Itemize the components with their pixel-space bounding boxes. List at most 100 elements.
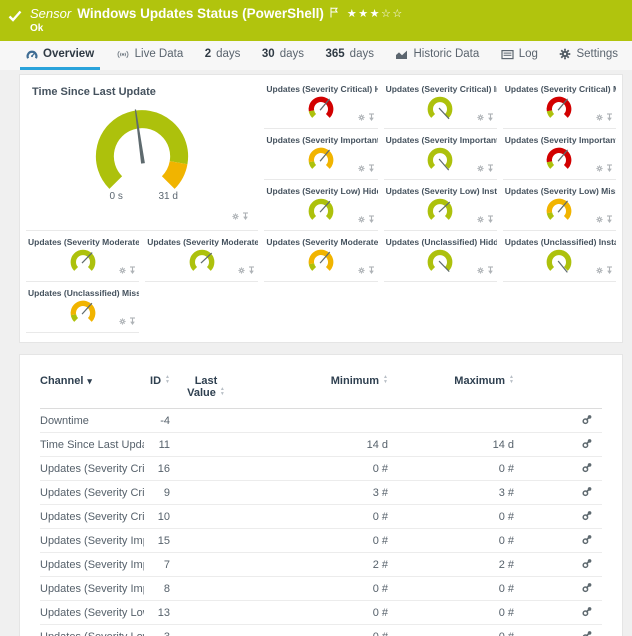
gauge-settings-gear-icon[interactable] — [232, 207, 239, 225]
gauge-panel-channel-11: Updates (Severity Moderate) ... — [264, 234, 377, 282]
gauge-settings-gear-icon[interactable] — [238, 261, 245, 279]
channel-settings-wrench-icon[interactable] — [582, 584, 593, 596]
gauge-settings-gear-icon[interactable] — [119, 261, 126, 279]
gauge-settings-gear-icon[interactable] — [477, 210, 484, 228]
gauge-pin-icon[interactable] — [129, 312, 136, 330]
tab-live-data[interactable]: Live Data — [110, 41, 190, 70]
gauge-mini-icons — [596, 261, 613, 279]
gauge-title: Updates (Unclassified) Missing — [26, 285, 139, 298]
tab-365-days[interactable]: 365days — [319, 41, 379, 70]
gauge-panel-channel-9: Updates (Severity Moderate) ... — [26, 234, 139, 282]
gauge-panel-channel-3: Updates (Severity Important) ... — [264, 132, 377, 180]
gauge-pin-icon[interactable] — [606, 159, 613, 177]
column-header-last-value[interactable]: LastValue▲▼ — [170, 369, 242, 409]
column-header-actions — [514, 369, 602, 409]
column-header-channel[interactable]: Channel▾ — [40, 369, 144, 409]
cell-id: 16 — [144, 457, 170, 481]
gauge-pin-icon[interactable] — [368, 108, 375, 126]
cell-last-value — [170, 481, 242, 505]
cell-id: 8 — [144, 577, 170, 601]
channel-settings-wrench-icon[interactable] — [582, 464, 593, 476]
column-header-maximum[interactable]: Maximum▲▼ — [388, 369, 514, 409]
column-header-id[interactable]: ID▲▼ — [144, 369, 170, 409]
gauge-settings-gear-icon[interactable] — [358, 261, 365, 279]
column-label: ID — [150, 375, 161, 387]
gauge-settings-gear-icon[interactable] — [477, 261, 484, 279]
gauge-pin-icon[interactable] — [487, 261, 494, 279]
gauge-panel-channel-13: Updates (Unclassified) Install... — [503, 234, 616, 282]
gauge-pin-icon[interactable] — [487, 108, 494, 126]
gauge-pin-icon[interactable] — [606, 108, 613, 126]
cell-last-value — [170, 457, 242, 481]
historic-data-icon — [395, 49, 408, 60]
cell-channel: Updates (Severity Impo... — [40, 529, 144, 553]
tab-2-days[interactable]: 2days — [199, 41, 247, 70]
gauge-settings-gear-icon[interactable] — [477, 159, 484, 177]
gauge-panel-channel-6: Updates (Severity Low) Hidden — [264, 183, 377, 231]
channel-settings-wrench-icon[interactable] — [582, 536, 593, 548]
gauge-settings-gear-icon[interactable] — [477, 108, 484, 126]
gauge-title: Updates (Severity Critical) Hi... — [264, 81, 377, 94]
cell-last-value — [170, 409, 242, 433]
channel-gauge-6 — [303, 196, 339, 224]
tab-overview[interactable]: Overview — [20, 41, 100, 70]
gauge-title: Updates (Severity Important) ... — [264, 132, 377, 145]
status-ok-check-icon — [8, 9, 22, 27]
gauge-settings-gear-icon[interactable] — [119, 312, 126, 330]
channel-settings-wrench-icon[interactable] — [582, 488, 593, 500]
sensor-tab-bar: Overview Live Data 2days 30days 365days Histo… — [0, 41, 632, 70]
gauge-pin-icon[interactable] — [368, 210, 375, 228]
gauge-pin-icon[interactable] — [606, 210, 613, 228]
tab-30-days[interactable]: 30days — [256, 41, 310, 70]
gauge-settings-gear-icon[interactable] — [596, 210, 603, 228]
gauge-pin-icon[interactable] — [129, 261, 136, 279]
gauge-title: Updates (Severity Low) Install... — [384, 183, 497, 196]
channel-settings-wrench-icon[interactable] — [582, 416, 593, 428]
gauge-settings-gear-icon[interactable] — [596, 261, 603, 279]
channel-settings-wrench-icon[interactable] — [582, 560, 593, 572]
gauge-panel-channel-2: Updates (Severity Critical) Mi... — [503, 81, 616, 129]
priority-stars[interactable]: ★★★☆☆ — [347, 7, 404, 20]
gauge-pin-icon[interactable] — [368, 261, 375, 279]
gauge-settings-gear-icon[interactable] — [596, 159, 603, 177]
gauge-title: Updates (Severity Moderate) ... — [264, 234, 377, 247]
channel-row: Time Since Last Update1114 d14 d — [40, 433, 602, 457]
cell-last-value — [170, 529, 242, 553]
channels-card: Channel▾ID▲▼LastValue▲▼Minimum▲▼Maximum▲… — [19, 354, 623, 636]
channel-gauge-3 — [303, 145, 339, 173]
gauge-pin-icon[interactable] — [248, 261, 255, 279]
cell-maximum: 0 # — [388, 601, 514, 625]
gauge-settings-gear-icon[interactable] — [596, 108, 603, 126]
cell-maximum: 0 # — [388, 457, 514, 481]
gauge-settings-gear-icon[interactable] — [358, 159, 365, 177]
channel-gauge-1 — [422, 94, 458, 122]
channel-settings-wrench-icon[interactable] — [582, 512, 593, 524]
channel-settings-wrench-icon[interactable] — [582, 632, 593, 636]
tab-log[interactable]: Log — [495, 41, 544, 70]
gauge-pin-icon[interactable] — [487, 210, 494, 228]
cell-channel: Downtime — [40, 409, 144, 433]
sort-icon: ▲▼ — [509, 375, 514, 384]
column-header-minimum[interactable]: Minimum▲▼ — [242, 369, 388, 409]
time-since-last-update-gauge — [82, 100, 202, 203]
gauge-pin-icon[interactable] — [606, 261, 613, 279]
gauge-panel-channel-0: Updates (Severity Critical) Hi... — [264, 81, 377, 129]
gauge-pin-icon[interactable] — [242, 207, 249, 225]
gauge-settings-gear-icon[interactable] — [358, 210, 365, 228]
gauge-pin-icon[interactable] — [368, 159, 375, 177]
sensor-status-text: Ok — [30, 23, 43, 34]
cell-channel: Updates (Severity Critic... — [40, 457, 144, 481]
gauge-panel-channel-8: Updates (Severity Low) Missi... — [503, 183, 616, 231]
channel-settings-wrench-icon[interactable] — [582, 440, 593, 452]
cell-maximum: 0 # — [388, 529, 514, 553]
cell-minimum: 0 # — [242, 457, 388, 481]
gauge-title: Updates (Severity Important) ... — [503, 132, 616, 145]
gauge-pin-icon[interactable] — [487, 159, 494, 177]
gauge-settings-gear-icon[interactable] — [358, 108, 365, 126]
tab-label: days — [350, 48, 374, 60]
tab-settings[interactable]: Settings — [553, 41, 624, 70]
tab-historic-data[interactable]: Historic Data — [389, 41, 485, 70]
channels-table-header: Channel▾ID▲▼LastValue▲▼Minimum▲▼Maximum▲… — [40, 369, 602, 409]
channel-settings-wrench-icon[interactable] — [582, 608, 593, 620]
column-label: Channel — [40, 375, 83, 387]
